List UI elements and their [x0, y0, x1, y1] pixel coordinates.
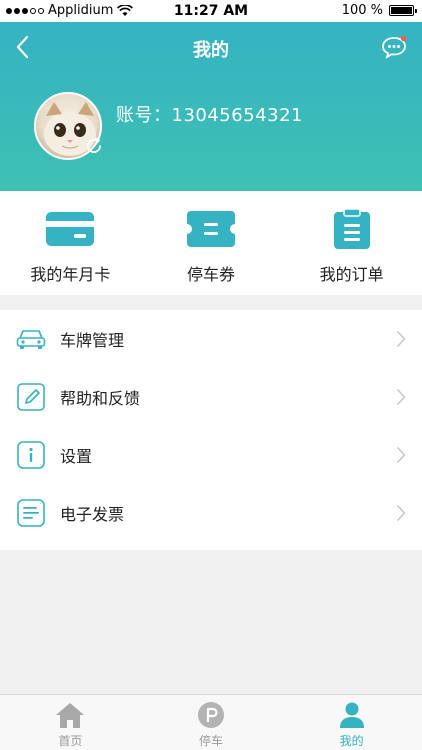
notification-dot [400, 35, 407, 42]
ticket-icon [187, 209, 235, 249]
quick-label-parking-coupon: 停车券 [187, 265, 236, 284]
tab-mine[interactable]: 我的 [281, 695, 422, 750]
quick-actions: 我的年月卡 停车券 我的订单 [0, 191, 422, 295]
battery-icon [389, 5, 417, 16]
tab-label-parking: 停车 [199, 734, 224, 748]
tab-label-mine: 我的 [339, 734, 364, 748]
profile-header: 我的 账号：13045654321 [0, 22, 422, 191]
home-icon [55, 700, 85, 730]
chevron-right-icon [396, 446, 406, 464]
menu-label-help: 帮助和反馈 [60, 389, 141, 408]
card-icon [46, 209, 95, 249]
tab-label-home: 首页 [58, 734, 83, 748]
menu-item-invoice[interactable]: 电子发票 [0, 484, 422, 542]
info-icon [16, 440, 46, 470]
status-bar-right: 100 % [341, 3, 417, 18]
menu-label-invoice: 电子发票 [60, 505, 125, 524]
refresh-avatar-icon[interactable] [84, 136, 104, 156]
tab-parking[interactable]: 停车 [141, 695, 282, 750]
car-icon [16, 324, 46, 354]
chevron-right-icon [396, 330, 406, 348]
page-title: 我的 [193, 40, 229, 61]
chevron-right-icon [396, 388, 406, 406]
tab-bar: 首页 停车 我的 [0, 694, 422, 750]
tab-home[interactable]: 首页 [0, 695, 141, 750]
settings-menu: 车牌管理 帮助和反馈 设置 电子发票 [0, 310, 422, 550]
quick-item-orders[interactable]: 我的订单 [281, 191, 422, 295]
quick-item-annual-card[interactable]: 我的年月卡 [0, 191, 141, 295]
user-icon [337, 700, 367, 730]
edit-icon [16, 382, 46, 412]
invoice-icon [16, 498, 46, 528]
parking-icon [196, 700, 226, 730]
message-icon[interactable] [380, 34, 408, 60]
menu-label-plates: 车牌管理 [60, 331, 125, 350]
quick-label-annual-card: 我的年月卡 [30, 265, 111, 284]
battery-percent: 100 % [341, 3, 383, 18]
quick-label-orders: 我的订单 [319, 265, 384, 284]
chevron-right-icon [396, 504, 406, 522]
menu-item-plates[interactable]: 车牌管理 [0, 310, 422, 368]
quick-item-parking-coupon[interactable]: 停车券 [141, 191, 282, 295]
account-number: 账号：13045654321 [116, 105, 303, 126]
status-bar: Applidium 11:27 AM 100 % [0, 0, 422, 22]
menu-item-settings[interactable]: 设置 [0, 426, 422, 484]
menu-label-settings: 设置 [60, 447, 93, 466]
order-icon [328, 209, 376, 249]
menu-item-help[interactable]: 帮助和反馈 [0, 368, 422, 426]
